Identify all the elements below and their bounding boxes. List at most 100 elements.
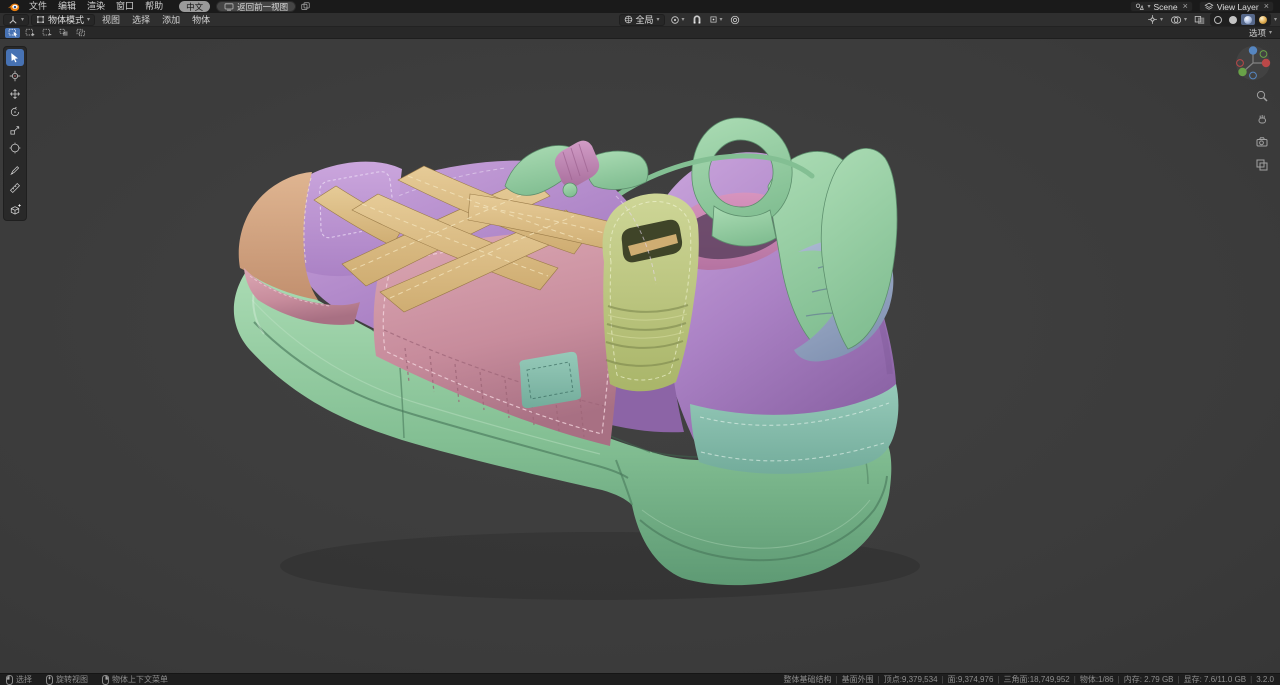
screen-icon: [224, 2, 234, 11]
scene-unlink-icon[interactable]: ×: [1181, 2, 1188, 11]
menu-viewport-add[interactable]: 添加: [157, 13, 185, 26]
editor-type-dropdown[interactable]: ▾: [3, 13, 30, 26]
scene-browse-caret-icon[interactable]: ▾: [1147, 4, 1150, 10]
stat-vram: 显存: 7.6/11.0 GB: [1184, 674, 1257, 685]
select-mode-set-button[interactable]: [5, 27, 20, 38]
orientation-dropdown[interactable]: 全局 ▾: [618, 13, 665, 26]
topbar-right: ▾ Scene × View Layer ×: [1130, 1, 1276, 12]
navigation-gizmo[interactable]: [1234, 44, 1272, 82]
3d-viewport[interactable]: [0, 39, 1280, 673]
menu-viewport-select[interactable]: 选择: [127, 13, 155, 26]
duplicate-window-icon[interactable]: [297, 2, 314, 11]
editor-type-caret-icon: ▾: [21, 16, 25, 23]
measure-tool-button[interactable]: [6, 179, 24, 196]
hint-select: 选择: [6, 674, 32, 685]
viewport-editor-icon: [9, 15, 17, 24]
right-mouse-icon: [102, 674, 109, 685]
global-orientation-icon: [624, 15, 632, 24]
menu-window[interactable]: 窗口: [111, 0, 139, 13]
ortho-toggle-icon[interactable]: [1255, 158, 1269, 172]
stat-verts: 顶点:9,379,534: [884, 674, 948, 685]
zoom-icon[interactable]: [1255, 89, 1269, 103]
transform-tool-button[interactable]: [6, 139, 24, 156]
view-layer-name[interactable]: View Layer: [1217, 2, 1259, 12]
gizmo-y-axis[interactable]: [1238, 67, 1247, 77]
pivot-point-dropdown[interactable]: ▾: [668, 14, 687, 26]
view-layer-remove-icon[interactable]: ×: [1262, 2, 1269, 11]
shading-settings-caret-icon[interactable]: ▾: [1274, 17, 1277, 23]
tool-options-label: 选项: [1248, 27, 1266, 38]
menu-edit[interactable]: 编辑: [53, 0, 81, 13]
orientation-caret-icon: ▾: [656, 16, 660, 23]
stat-collection: 整体基础结构: [784, 674, 842, 685]
status-bar: 选择 旋转视图 物体上下文菜单 整体基础结构 基面外围 顶点:9,379,534…: [0, 673, 1280, 685]
blender-logo-icon[interactable]: [4, 2, 23, 12]
object-mode-icon: [37, 16, 44, 23]
overlays-caret-icon: ▾: [1183, 16, 1187, 23]
shading-rendered-button[interactable]: [1256, 14, 1270, 25]
sneaker-model[interactable]: [0, 39, 1280, 673]
select-mode-subtract-button[interactable]: [39, 28, 54, 38]
stat-objects: 物体:1/86: [1080, 674, 1124, 685]
box-select-tool-button[interactable]: [6, 49, 24, 66]
stat-tris: 三角面:18,749,952: [1003, 674, 1079, 685]
pan-hand-icon[interactable]: [1255, 112, 1269, 126]
view-layer-selector[interactable]: View Layer ×: [1198, 1, 1274, 12]
rotate-tool-button[interactable]: [6, 103, 24, 120]
scale-tool-button[interactable]: [6, 121, 24, 138]
tool-settings-bar: 选项 ▾: [0, 27, 1280, 39]
transform-snap-group: 全局 ▾ ▾ ▾: [618, 13, 742, 26]
show-overlays-toggle[interactable]: ▾: [1168, 14, 1189, 26]
toolbar: [3, 46, 27, 221]
shading-wireframe-button[interactable]: [1211, 14, 1225, 25]
mode-label: 物体模式: [48, 15, 85, 25]
rendered-sphere-icon: [1258, 15, 1267, 24]
scene-name[interactable]: Scene: [1153, 2, 1177, 12]
select-mode-intersect-button[interactable]: [73, 28, 88, 38]
menu-viewport-view[interactable]: 视图: [97, 13, 125, 26]
viewport-header: ▾ 物体模式 ▾ 视图 选择 添加 物体 全局 ▾ ▾ ▾ ▾ ▾ ▾: [0, 13, 1280, 27]
scene-icon: [1135, 2, 1145, 11]
menu-viewport-object[interactable]: 物体: [187, 13, 215, 26]
menu-file[interactable]: 文件: [24, 0, 52, 13]
proportional-editing-toggle[interactable]: [728, 14, 742, 26]
gizmo-z-axis[interactable]: [1248, 46, 1258, 55]
hint-rotate-view: 旋转视图: [46, 674, 88, 685]
stat-faces: 面:9,374,976: [948, 674, 1004, 685]
select-mode-extend-button[interactable]: [22, 28, 37, 38]
hint-context-menu: 物体上下文菜单: [102, 674, 168, 685]
camera-view-icon[interactable]: [1255, 135, 1269, 149]
snap-toggle[interactable]: [690, 14, 704, 26]
blender-window: 文件 编辑 渲染 窗口 帮助 中文 返回前一视图 ▾ Scene × View …: [0, 0, 1280, 685]
solid-sphere-icon: [1228, 15, 1237, 24]
gizmo-x-axis[interactable]: [1261, 58, 1271, 68]
mode-caret-icon: ▾: [87, 16, 91, 23]
hint-rotate-view-label: 旋转视图: [56, 675, 88, 684]
gizmo-caret-icon: ▾: [1159, 16, 1163, 23]
snap-target-dropdown[interactable]: ▾: [707, 14, 725, 25]
scene-selector[interactable]: ▾ Scene ×: [1130, 1, 1193, 12]
hint-select-label: 选择: [16, 675, 32, 684]
language-button[interactable]: 中文: [179, 1, 211, 12]
left-mouse-icon: [6, 674, 13, 685]
back-previous-view-button[interactable]: 返回前一视图: [216, 1, 297, 12]
shading-material-preview-button[interactable]: [1240, 14, 1255, 25]
xray-toggle[interactable]: [1192, 14, 1207, 26]
wireframe-sphere-icon: [1213, 15, 1222, 24]
menu-render[interactable]: 渲染: [82, 0, 110, 13]
material-sphere-icon: [1243, 15, 1252, 24]
add-cube-tool-button[interactable]: [6, 201, 24, 218]
toggle-bead: [562, 182, 578, 198]
pivot-caret-icon: ▾: [681, 16, 685, 23]
tool-options-dropdown[interactable]: 选项 ▾: [1249, 27, 1275, 39]
shading-solid-button[interactable]: [1226, 14, 1240, 25]
show-gizmo-toggle[interactable]: ▾: [1145, 13, 1165, 26]
annotate-tool-button[interactable]: [6, 161, 24, 178]
move-tool-button[interactable]: [6, 85, 24, 102]
viewport-nav-controls: [1255, 89, 1269, 172]
viewport-display-group: ▾ ▾ ▾: [1145, 13, 1277, 26]
select-mode-invert-button[interactable]: [56, 28, 71, 38]
mode-dropdown[interactable]: 物体模式 ▾: [31, 13, 96, 26]
cursor-tool-button[interactable]: [6, 67, 24, 84]
menu-help[interactable]: 帮助: [140, 0, 168, 13]
